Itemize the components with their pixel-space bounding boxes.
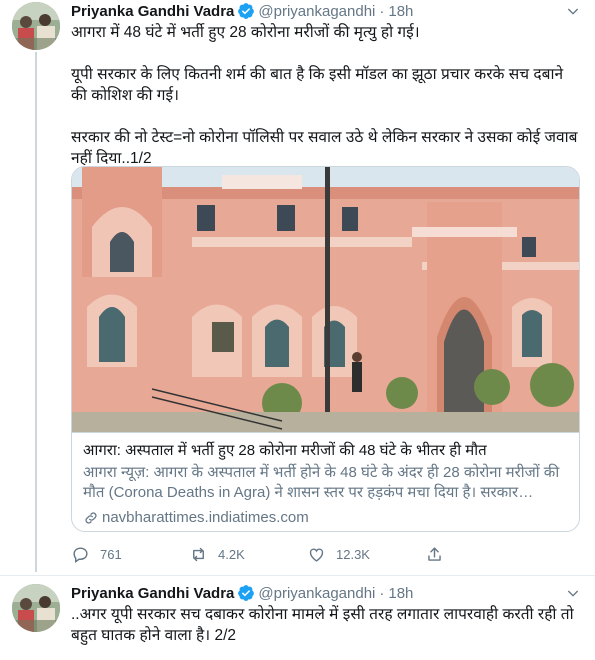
- card-description: आगरा न्यूज़: आगरा के अस्पताल में भर्ती ह…: [83, 464, 560, 501]
- tweet-text-paragraph: यूपी सरकार के लिए कितनी शर्म की बात है क…: [71, 66, 564, 104]
- tweet-actions: 761 4.2K 12.3K: [71, 542, 511, 566]
- chevron-down-icon[interactable]: [565, 3, 581, 19]
- separator-dot: ·: [379, 2, 385, 20]
- tweet-text-paragraph: आगरा में 48 घंटे में भर्ती हुए 28 कोरोना…: [71, 24, 420, 41]
- avatar[interactable]: [12, 584, 60, 632]
- timestamp[interactable]: 18h: [388, 3, 413, 20]
- reply-icon: [73, 546, 88, 563]
- avatar[interactable]: [12, 2, 60, 50]
- reply-button[interactable]: 761: [71, 542, 189, 566]
- tweet[interactable]: Priyanka Gandhi Vadra @priyankagandhi · …: [0, 575, 595, 660]
- tweet-header: Priyanka Gandhi Vadra @priyankagandhi · …: [71, 583, 413, 603]
- tweet-text-paragraph: सरकार की नो टेस्ट=नो कोरोना पॉलिसी पर सव…: [71, 129, 578, 167]
- author-name[interactable]: Priyanka Gandhi Vadra: [71, 585, 234, 602]
- author-handle[interactable]: @priyankagandhi: [258, 585, 375, 602]
- retweet-count: 4.2K: [218, 546, 245, 562]
- card-title[interactable]: आगरा: अस्पताल में भर्ती हुए 28 कोरोना मर…: [83, 441, 570, 461]
- author-name[interactable]: Priyanka Gandhi Vadra: [71, 3, 234, 20]
- verified-badge-icon: [237, 2, 255, 20]
- like-button[interactable]: 12.3K: [307, 542, 425, 566]
- separator-dot: ·: [379, 584, 385, 602]
- author-handle[interactable]: @priyankagandhi: [258, 3, 375, 20]
- retweet-button[interactable]: 4.2K: [189, 542, 307, 566]
- verified-badge-icon: [237, 584, 255, 602]
- share-button[interactable]: [425, 542, 465, 566]
- timestamp[interactable]: 18h: [388, 585, 413, 602]
- like-icon: [309, 548, 324, 562]
- retweet-icon: [193, 547, 204, 561]
- card-domain[interactable]: navbharattimes.indiatimes.com: [83, 508, 570, 528]
- like-count: 12.3K: [336, 546, 370, 562]
- link-icon: [85, 512, 97, 524]
- card-text-area[interactable]: आगरा: अस्पताल में भर्ती हुए 28 कोरोना मर…: [72, 432, 579, 531]
- tweet[interactable]: Priyanka Gandhi Vadra @priyankagandhi · …: [0, 0, 595, 575]
- card-domain-text: navbharattimes.indiatimes.com: [102, 509, 309, 526]
- link-preview-card[interactable]: आगरा: अस्पताल में भर्ती हुए 28 कोरोना मर…: [71, 166, 580, 532]
- card-image[interactable]: [72, 167, 579, 432]
- tweet-header: Priyanka Gandhi Vadra @priyankagandhi · …: [71, 1, 413, 21]
- tweet-text: ..अगर यूपी सरकार सच दबाकर कोरोना मामले म…: [71, 606, 574, 644]
- share-icon: [428, 546, 441, 561]
- reply-count: 761: [100, 546, 122, 562]
- chevron-down-icon[interactable]: [565, 585, 581, 601]
